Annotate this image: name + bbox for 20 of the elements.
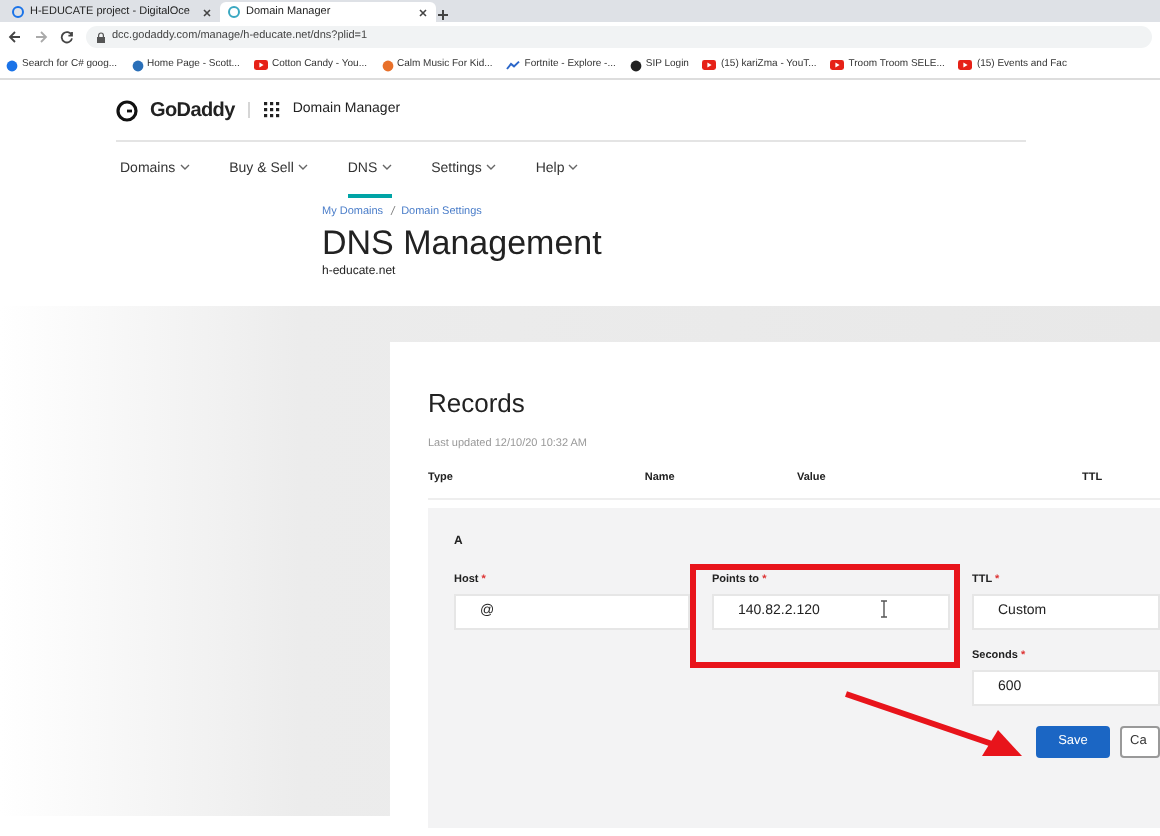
divider-icon <box>246 100 253 120</box>
close-icon <box>418 7 428 17</box>
text-cursor-icon <box>880 599 888 617</box>
caret-icon <box>568 164 579 171</box>
records-title: Records <box>428 390 527 416</box>
page-title: DNS Management <box>322 226 604 264</box>
caret-icon <box>297 164 308 171</box>
back-arrow-icon <box>8 30 22 44</box>
logo-icon <box>116 99 138 121</box>
caret-icon <box>179 164 190 171</box>
apps-grid-icon <box>264 102 281 118</box>
caret-icon <box>485 164 496 171</box>
close-icon <box>202 7 212 17</box>
caret-icon <box>381 164 392 171</box>
plus-icon <box>436 8 450 22</box>
forward-arrow-icon <box>34 30 48 44</box>
slash-icon <box>389 204 396 216</box>
reload-icon <box>60 30 74 44</box>
brand-name: GoDaddy <box>150 97 235 125</box>
lock-icon <box>96 31 106 43</box>
